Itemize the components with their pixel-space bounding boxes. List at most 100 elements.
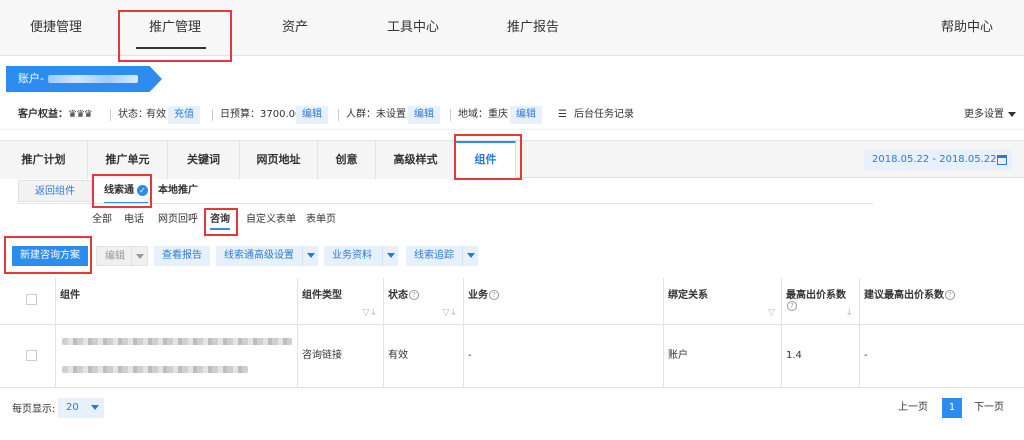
filter-icon[interactable]: ▽ (768, 308, 775, 318)
account-label: 账户- (18, 72, 44, 85)
header-binding[interactable]: 绑定关系 ▽ (664, 278, 782, 324)
subtab-clue-label: 线索通 (104, 185, 134, 196)
nav-assets[interactable]: 资产 (270, 0, 320, 56)
task-list-icon: ☰ (558, 109, 567, 120)
tab-adgroup[interactable]: 推广单元 (88, 141, 168, 179)
account-info-bar: 客户权益： ♛♛♛ 状态： 有效 充值 日预算：3700.00 编辑 人群：未设… (0, 100, 1024, 130)
chevron-down-icon (135, 253, 144, 259)
row-max-bid-coef[interactable]: 1.4 (782, 324, 860, 388)
advanced-caret (302, 246, 318, 266)
header-max-bid-label: 最高出价系数 (786, 290, 846, 301)
edit-dropdown-button[interactable]: 编辑 (96, 246, 148, 267)
page-size-label: 每页显示: (12, 404, 56, 415)
header-suggested-label: 建议最高出价系数 (864, 290, 944, 301)
header-status[interactable]: 状态? ▽↓ (384, 278, 464, 324)
filter-custom-form[interactable]: 自定义表单 (246, 210, 296, 230)
page-size-value: 20 (66, 402, 79, 413)
nav-promotion-report[interactable]: 推广报告 (496, 0, 570, 56)
background-task-log-link[interactable]: 后台任务记录 (574, 100, 634, 130)
filter-sort-icon[interactable]: ▽↓ (443, 308, 457, 318)
business-caret (382, 246, 398, 266)
account-name-blurred (47, 75, 138, 83)
business-info-button[interactable]: 业务资料 (324, 246, 398, 266)
clue-advanced-settings-label: 线索通高级设置 (224, 250, 294, 261)
subtab-local-promotion[interactable]: 本地推广 (158, 180, 198, 204)
edit-region-button[interactable]: 编辑 (510, 106, 542, 124)
header-component-type-label: 组件类型 (302, 290, 342, 301)
edit-dropdown-label: 编辑 (105, 251, 125, 262)
help-icon[interactable]: ? (945, 290, 955, 300)
page-size-select[interactable]: 20 (58, 398, 104, 418)
tab-component[interactable]: 组件 (456, 141, 516, 179)
header-component-type[interactable]: 组件类型 ▽↓ (298, 278, 384, 324)
header-max-bid-coef[interactable]: 最高出价系数? ↓ (782, 278, 860, 324)
row-suggested-max-bid: - (864, 350, 868, 361)
tab-advanced-style[interactable]: 高级样式 (376, 141, 456, 179)
subtab-clue-tong[interactable]: 线索通 ✓ (104, 180, 148, 204)
business-info-label: 业务资料 (332, 250, 372, 261)
help-icon[interactable]: ? (409, 290, 419, 300)
row-business: - (464, 324, 664, 388)
help-icon[interactable]: ? (489, 290, 499, 300)
chevron-down-icon (306, 252, 315, 258)
filter-consult[interactable]: 咨询 (210, 210, 230, 230)
nav-active-indicator (136, 47, 206, 49)
recharge-button[interactable]: 充值 (168, 106, 200, 124)
nav-help-center[interactable]: 帮助中心 (932, 0, 1002, 56)
divider (450, 109, 451, 121)
new-consult-plan-button[interactable]: 新建咨询方案 (12, 246, 88, 266)
filter-sort-icon[interactable]: ▽↓ (363, 308, 377, 318)
nav-quick-manage[interactable]: 便捷管理 (16, 0, 96, 56)
row-component-type: 咨询链接 (298, 324, 384, 388)
status-label: 状态： (118, 109, 148, 120)
filter-phone[interactable]: 电话 (124, 210, 144, 230)
more-settings-label: 更多设置 (964, 109, 1004, 120)
sort-icon[interactable]: ↓ (845, 308, 853, 318)
edit-budget-button[interactable]: 编辑 (296, 106, 328, 124)
current-page-button[interactable]: 1 (942, 398, 962, 418)
more-settings-link[interactable]: 更多设置 (964, 100, 1016, 130)
row-binding: 账户 (664, 324, 782, 388)
component-url-blurred (62, 338, 292, 345)
edit-crowd-button[interactable]: 编辑 (408, 106, 440, 124)
filter-web-callback[interactable]: 网页回呼 (158, 210, 198, 230)
help-icon[interactable]: ? (787, 301, 797, 311)
date-range-picker[interactable]: 2018.05.22 - 2018.05.22 (864, 150, 1012, 170)
view-report-button[interactable]: 查看报告 (154, 246, 210, 266)
top-navigation: 便捷管理 推广管理 资产 工具中心 推广报告 帮助中心 (0, 0, 1024, 56)
row-checkbox[interactable] (26, 350, 37, 361)
chevron-down-icon (1008, 111, 1016, 117)
row-status: 有效 (384, 324, 464, 388)
filter-all[interactable]: 全部 (92, 210, 112, 230)
tab-creative[interactable]: 创意 (318, 141, 376, 179)
tab-keyword[interactable]: 关键词 (168, 141, 240, 179)
crown-rating-icon: ♛♛♛ (68, 109, 93, 120)
check-circle-icon: ✓ (137, 184, 148, 196)
component-url-blurred (62, 366, 248, 373)
header-select-cell (0, 278, 56, 324)
clue-tracking-button[interactable]: 线索追踪 (406, 246, 478, 266)
nav-tool-center[interactable]: 工具中心 (376, 0, 450, 56)
clue-tracking-label: 线索追踪 (414, 250, 454, 261)
calendar-icon (997, 155, 1007, 165)
crowd-label: 人群：未设置 (346, 109, 406, 120)
chevron-down-icon (90, 404, 99, 410)
header-binding-label: 绑定关系 (668, 290, 708, 301)
tab-campaign[interactable]: 推广计划 (0, 141, 88, 179)
region-label: 地域：重庆 (458, 109, 508, 120)
return-component-button[interactable]: 返回组件 (18, 180, 92, 202)
select-all-checkbox[interactable] (26, 294, 37, 305)
date-range-value: 2018.05.22 - 2018.05.22 (872, 154, 997, 165)
subtab-divider (18, 203, 873, 204)
row-component-name[interactable] (56, 324, 298, 388)
clue-advanced-settings-button[interactable]: 线索通高级设置 (216, 246, 318, 266)
header-status-label: 状态 (388, 290, 408, 301)
prev-page-button[interactable]: 上一页 (898, 398, 928, 418)
next-page-button[interactable]: 下一页 (974, 398, 1004, 418)
account-banner: 账户- (6, 66, 162, 92)
tab-url[interactable]: 网页地址 (240, 141, 318, 179)
status-value: 有效 (146, 109, 166, 120)
filter-form-page[interactable]: 表单页 (306, 210, 336, 230)
tracking-caret (462, 246, 478, 266)
divider (110, 109, 111, 121)
